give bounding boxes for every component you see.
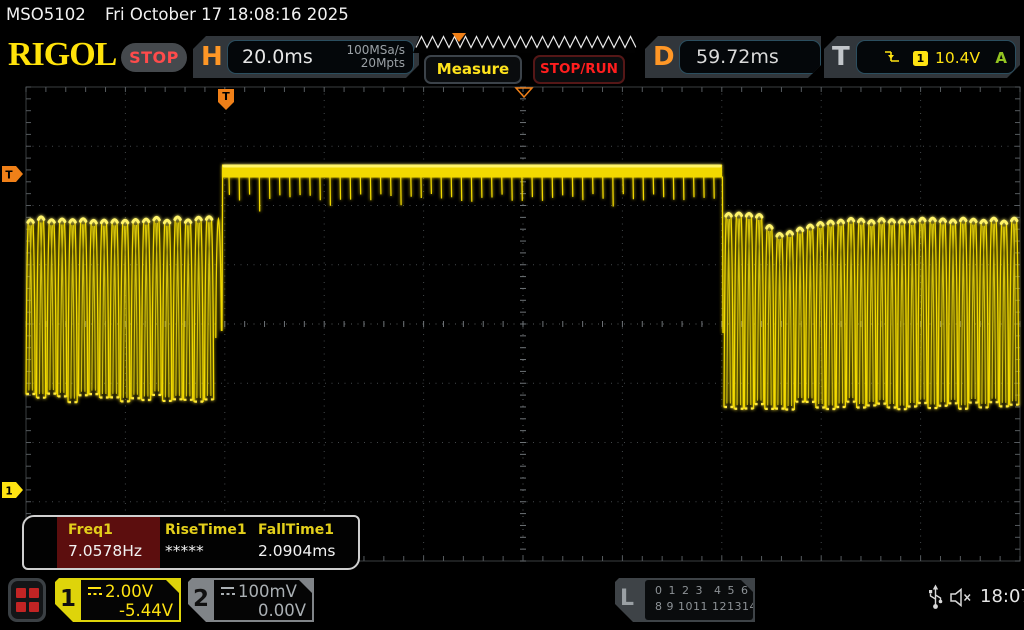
channel-status-bar: 1 2.00V -5.44V 2 100mV 0.00V	[0, 576, 1024, 630]
measurement-value: 7.0578Hz	[68, 542, 142, 560]
measurement-value: *****	[165, 542, 204, 560]
digital-channels-row2: 8 9 1011 12131415	[655, 600, 772, 613]
trigger-level-marker-label: T	[5, 170, 13, 182]
dc-coupling-icon	[220, 586, 236, 597]
measurement-value: 2.0904ms	[258, 542, 335, 560]
oscilloscope-screen: MSO5102 Fri October 17 18:08:16 2025 RIG…	[0, 0, 1024, 630]
channel1-number: 1	[55, 578, 81, 622]
logic-analyzer-block[interactable]: L 0 1 2 3 4 5 6 7 8 9 1011 12131415	[615, 578, 755, 622]
channel2-block[interactable]: 2 100mV 0.00V	[188, 578, 314, 622]
logic-analyzer-label: L	[620, 578, 645, 622]
measurement-panel[interactable]: Freq1 7.0578Hz RiseTime1 ***** FallTime1…	[22, 515, 360, 570]
measurement-name: Freq1	[68, 522, 113, 538]
channel1-scale: 2.00V	[105, 582, 153, 601]
menu-grid-button[interactable]	[8, 578, 46, 622]
channel2-number: 2	[188, 578, 214, 622]
channel2-scale: 100mV	[238, 582, 297, 601]
channel2-offset: 0.00V	[258, 601, 306, 620]
speaker-muted-icon	[950, 588, 973, 611]
measurement-name: RiseTime1	[165, 522, 247, 538]
usb-icon	[928, 584, 943, 614]
channel1-offset: -5.44V	[119, 601, 173, 620]
dc-coupling-icon	[87, 586, 103, 597]
channel1-block[interactable]: 1 2.00V -5.44V	[55, 578, 181, 622]
channel1-zero-marker-label: 1	[5, 486, 12, 498]
status-clock: 18:07	[980, 586, 1024, 607]
measurement-name: FallTime1	[258, 522, 334, 538]
trigger-position-marker-label: T	[222, 90, 230, 103]
channel1-trace	[26, 165, 1019, 410]
horizontal-center-marker	[516, 88, 532, 97]
digital-channels-row1: 0 1 2 3 4 5 6 7	[655, 584, 763, 597]
